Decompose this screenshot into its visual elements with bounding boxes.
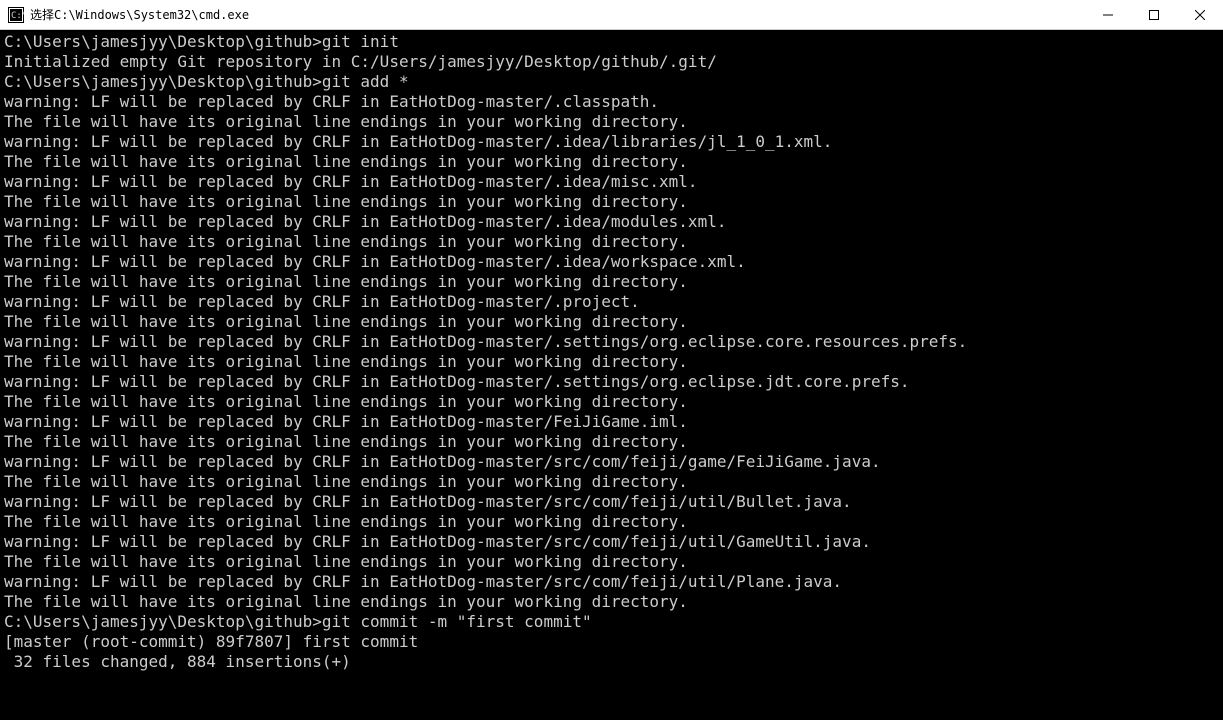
terminal-line: The file will have its original line end… [4, 232, 1219, 252]
terminal-line: [master (root-commit) 89f7807] first com… [4, 632, 1219, 652]
terminal-line: warning: LF will be replaced by CRLF in … [4, 92, 1219, 112]
terminal-line: C:\Users\jamesjyy\Desktop\github>git ini… [4, 32, 1219, 52]
terminal-line: warning: LF will be replaced by CRLF in … [4, 492, 1219, 512]
maximize-button[interactable] [1131, 0, 1177, 29]
terminal-line: warning: LF will be replaced by CRLF in … [4, 572, 1219, 592]
terminal-line: warning: LF will be replaced by CRLF in … [4, 212, 1219, 232]
terminal-line: warning: LF will be replaced by CRLF in … [4, 532, 1219, 552]
terminal-line: C:\Users\jamesjyy\Desktop\github>git add… [4, 72, 1219, 92]
terminal-line: warning: LF will be replaced by CRLF in … [4, 132, 1219, 152]
terminal-output[interactable]: C:\Users\jamesjyy\Desktop\github>git ini… [0, 30, 1223, 720]
terminal-line: The file will have its original line end… [4, 592, 1219, 612]
terminal-line: 32 files changed, 884 insertions(+) [4, 652, 1219, 672]
terminal-line: The file will have its original line end… [4, 432, 1219, 452]
cmd-icon: C:\ [8, 7, 24, 23]
minimize-button[interactable] [1085, 0, 1131, 29]
terminal-line: The file will have its original line end… [4, 392, 1219, 412]
terminal-line: The file will have its original line end… [4, 152, 1219, 172]
terminal-line: Initialized empty Git repository in C:/U… [4, 52, 1219, 72]
titlebar[interactable]: C:\ 选择C:\Windows\System32\cmd.exe [0, 0, 1223, 30]
terminal-line: warning: LF will be replaced by CRLF in … [4, 372, 1219, 392]
window-title: 选择C:\Windows\System32\cmd.exe [30, 6, 249, 23]
titlebar-left: C:\ 选择C:\Windows\System32\cmd.exe [0, 6, 249, 23]
terminal-line: warning: LF will be replaced by CRLF in … [4, 332, 1219, 352]
terminal-line: warning: LF will be replaced by CRLF in … [4, 452, 1219, 472]
svg-text:C:\: C:\ [11, 11, 24, 21]
terminal-line: The file will have its original line end… [4, 472, 1219, 492]
window-controls [1085, 0, 1223, 29]
terminal-line: warning: LF will be replaced by CRLF in … [4, 412, 1219, 432]
terminal-line: The file will have its original line end… [4, 192, 1219, 212]
cmd-window: C:\ 选择C:\Windows\System32\cmd.exe C:\Use… [0, 0, 1223, 720]
terminal-line: The file will have its original line end… [4, 312, 1219, 332]
close-button[interactable] [1177, 0, 1223, 29]
terminal-line: The file will have its original line end… [4, 112, 1219, 132]
terminal-line: C:\Users\jamesjyy\Desktop\github>git com… [4, 612, 1219, 632]
terminal-line: warning: LF will be replaced by CRLF in … [4, 172, 1219, 192]
terminal-line: The file will have its original line end… [4, 272, 1219, 292]
terminal-line: warning: LF will be replaced by CRLF in … [4, 292, 1219, 312]
terminal-line: warning: LF will be replaced by CRLF in … [4, 252, 1219, 272]
terminal-line: The file will have its original line end… [4, 512, 1219, 532]
terminal-line: The file will have its original line end… [4, 352, 1219, 372]
terminal-line: The file will have its original line end… [4, 552, 1219, 572]
